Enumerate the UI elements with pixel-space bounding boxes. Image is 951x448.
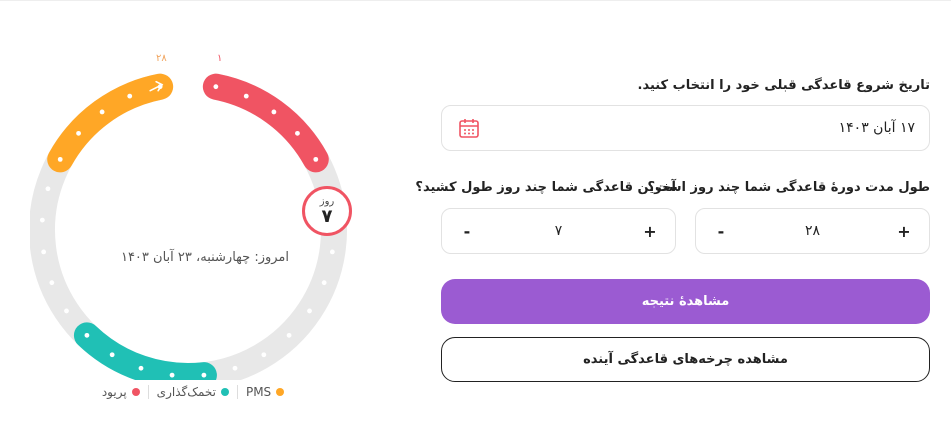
period-length-value[interactable]: ۷ <box>555 223 563 239</box>
cycle-length-stepper: - ۲۸ + <box>695 208 930 254</box>
cycle-length-decrement-button[interactable]: - <box>712 222 730 241</box>
legend-period: پریود <box>102 385 140 399</box>
period-length-increment-button[interactable]: + <box>641 222 659 241</box>
day-dot <box>76 130 81 136</box>
cycle-length-increment-button[interactable]: + <box>895 222 913 241</box>
current-day-badge: روز ۷ <box>302 186 352 236</box>
cycle-start-tick: ۱ <box>217 53 223 64</box>
period-length-stepper: - ۷ + <box>441 208 676 254</box>
current-day-label: روز <box>319 195 335 207</box>
top-divider <box>0 0 951 1</box>
day-dot <box>243 93 249 99</box>
view-result-button[interactable]: مشاهدهٔ نتیجه <box>441 279 930 324</box>
period-length-question: آخرین قاعدگی شما چند روز طول کشید؟ <box>415 180 676 195</box>
day-dot <box>271 109 277 115</box>
day-dot <box>321 280 327 286</box>
phase-legend: پریود تخمک‌گذاری PMS <box>88 382 298 402</box>
pms-dot-icon <box>276 388 285 396</box>
day-dot <box>313 156 319 162</box>
legend-divider <box>147 385 149 399</box>
legend-ovulation-label: تخمک‌گذاری <box>156 385 216 399</box>
cycle-length-question: طول مدت دورهٔ قاعدگی شما چند روز است؟ <box>647 180 930 195</box>
day-dot <box>64 308 69 314</box>
calendar-icon[interactable] <box>458 117 480 139</box>
day-dot <box>49 280 55 286</box>
day-dot <box>286 332 292 338</box>
current-day-value: ۷ <box>321 205 333 227</box>
day-dot <box>261 352 267 358</box>
period-dot-icon <box>131 388 140 396</box>
start-date-picker[interactable]: ۱۷ آبان ۱۴۰۳ <box>441 105 930 151</box>
day-dot <box>138 365 144 371</box>
view-future-cycles-button[interactable]: مشاهده چرخه‌های قاعدگی آینده <box>441 337 930 382</box>
day-dot <box>307 308 312 314</box>
day-dot <box>39 217 45 223</box>
start-date-question: تاریخ شروع قاعدگی قبلی خود را انتخاب کنی… <box>637 78 931 93</box>
legend-ovulation: تخمک‌گذاری <box>157 385 229 399</box>
day-dot <box>84 332 90 338</box>
day-dot <box>213 84 219 90</box>
cycle-length-value[interactable]: ۲۸ <box>805 223 820 239</box>
today-date: امروز: چهارشنبه، ۲۳ آبان ۱۴۰۳ <box>120 250 290 265</box>
day-dot <box>201 372 207 378</box>
phase-arc-period <box>202 73 329 173</box>
day-dot <box>329 249 335 255</box>
day-dot <box>109 352 115 358</box>
day-dot <box>41 249 47 255</box>
legend-pms-label: PMS <box>245 385 272 399</box>
legend-period-label: پریود <box>101 385 127 399</box>
legend-pms: PMS <box>245 385 285 399</box>
day-dot <box>45 186 51 192</box>
cycle-end-tick: ۲۸ <box>156 53 167 64</box>
day-dot <box>232 365 238 371</box>
day-dot <box>127 93 133 99</box>
ovulation-dot-icon <box>220 388 229 396</box>
period-length-decrement-button[interactable]: - <box>458 222 476 241</box>
phase-arc-ovulation <box>73 322 217 380</box>
phase-arc-pms <box>47 73 174 173</box>
start-date-value: ۱۷ آبان ۱۴۰۳ <box>838 120 915 136</box>
day-dot <box>169 372 175 378</box>
legend-divider <box>236 385 238 399</box>
day-dot <box>57 156 63 162</box>
day-dot <box>99 109 105 115</box>
day-dot <box>295 130 300 136</box>
